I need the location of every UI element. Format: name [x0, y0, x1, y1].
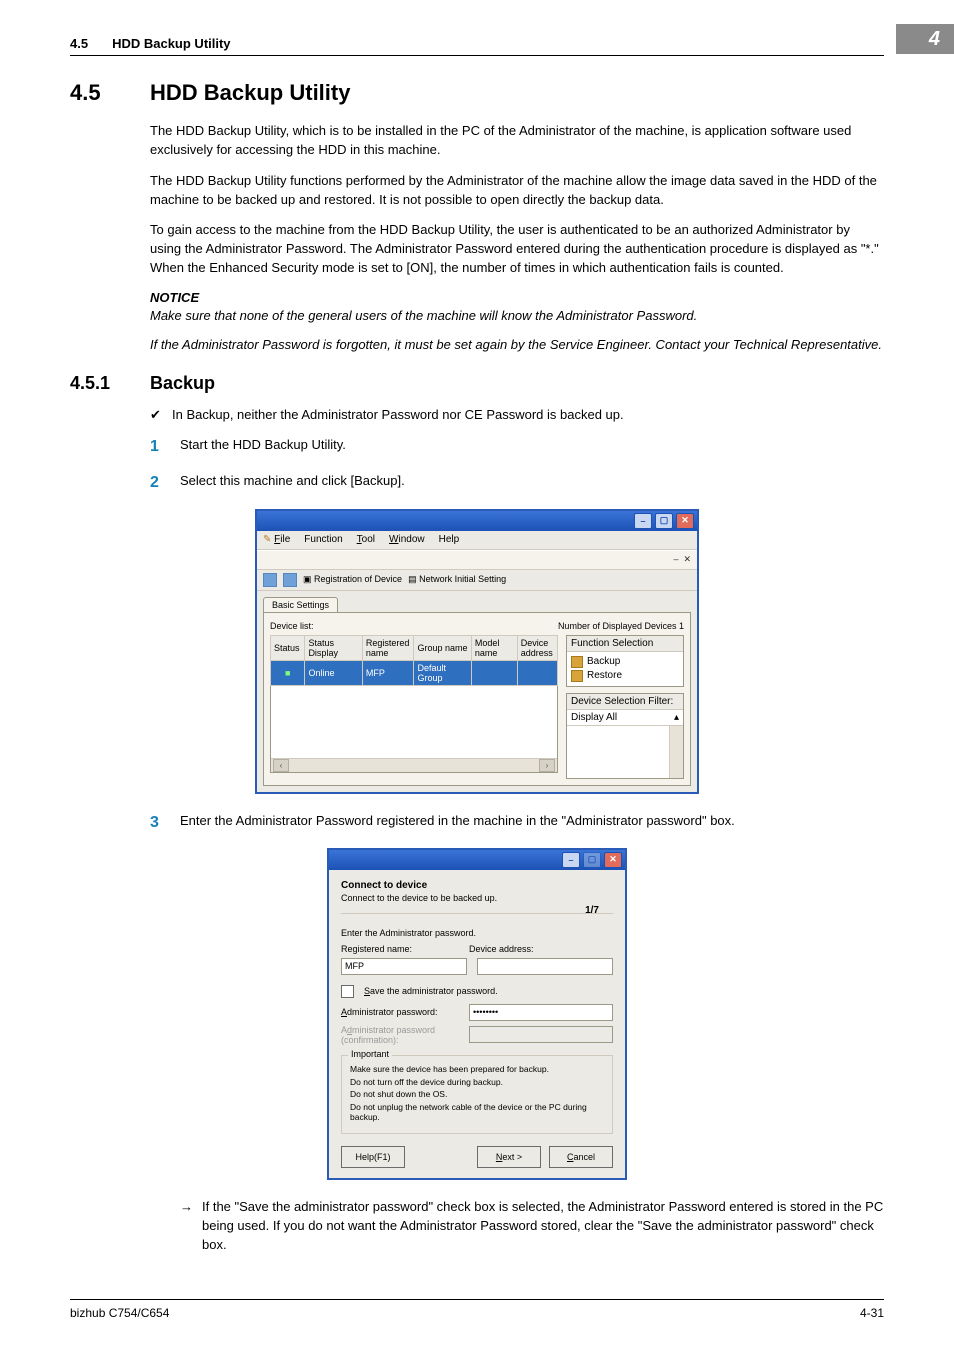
registered-name-label: Registered name:	[341, 944, 459, 954]
cancel-button[interactable]: Cancel	[549, 1146, 613, 1168]
function-backup[interactable]: Backup	[571, 655, 679, 669]
help-button[interactable]: Help(F1)	[341, 1146, 405, 1168]
step-text: Enter the Administrator Password registe…	[180, 812, 735, 834]
th-status-display[interactable]: Status Display	[305, 635, 362, 660]
chapter-tab: 4	[896, 24, 954, 54]
important-line: Do not shut down the OS.	[350, 1089, 604, 1100]
enter-password-label: Enter the Administrator password.	[341, 928, 613, 938]
table-row[interactable]: ■ Online MFP Default Group	[271, 660, 558, 685]
th-registered-name[interactable]: Registered name	[362, 635, 414, 660]
step-number: 3	[150, 812, 180, 834]
footer-rule	[70, 1299, 884, 1300]
filter-value[interactable]: Display All ▴	[567, 710, 683, 725]
menu-help[interactable]: Help	[439, 534, 460, 545]
section-paragraph: To gain access to the machine from the H…	[70, 221, 884, 278]
mdi-controls[interactable]: – ✕	[673, 554, 691, 565]
th-group-name[interactable]: Group name	[414, 635, 471, 660]
important-line: Do not unplug the network cable of the d…	[350, 1102, 604, 1123]
step-text: Start the HDD Backup Utility.	[180, 436, 346, 458]
wizard-step: 1/7	[585, 905, 599, 916]
window-titlebar[interactable]: – ▢ ✕	[257, 511, 697, 531]
section-title: HDD Backup Utility	[150, 80, 350, 105]
notice-text: If the Administrator Password is forgott…	[70, 336, 884, 355]
horizontal-scrollbar[interactable]: ‹ ›	[271, 758, 557, 772]
menu-window[interactable]: Window	[389, 534, 425, 545]
function-restore[interactable]: Restore	[571, 669, 679, 683]
maximize-button[interactable]: ▢	[583, 852, 601, 868]
backup-icon	[571, 656, 583, 668]
dialog-title: Connect to device	[341, 880, 613, 891]
check-bullet: ✔	[150, 406, 172, 424]
admin-password-confirm-label: Administrator password (confirmation):	[341, 1025, 459, 1045]
running-head-number: 4.5	[70, 36, 88, 51]
subsection-number: 4.5.1	[70, 373, 150, 394]
screenshot-backup-utility: – ▢ ✕ ✎ File Function Tool Window Help –…	[255, 509, 699, 794]
toolbar-network-setting[interactable]: ▤ Network Initial Setting	[408, 574, 506, 585]
device-table[interactable]: Status Status Display Registered name Gr…	[270, 635, 558, 686]
step-text: Select this machine and click [Backup].	[180, 472, 405, 494]
admin-password-confirm-field	[469, 1026, 613, 1043]
arrow-text: If the "Save the administrator password"…	[202, 1198, 884, 1255]
section-paragraph: The HDD Backup Utility functions perform…	[70, 172, 884, 210]
admin-password-label: Administrator password:	[341, 1007, 459, 1017]
device-selection-filter: Device Selection Filter: Display All ▴	[566, 693, 684, 779]
screenshot-connect-dialog: – ▢ ✕ Connect to device Connect to the d…	[327, 848, 627, 1180]
important-line: Do not turn off the device during backup…	[350, 1077, 604, 1088]
section-number: 4.5	[70, 80, 150, 106]
close-button[interactable]: ✕	[604, 852, 622, 868]
menu-tool[interactable]: Tool	[357, 534, 375, 545]
toolbar-icon[interactable]	[283, 573, 297, 587]
dialog-subtitle: Connect to the device to be backed up.	[341, 893, 613, 903]
footer-model: bizhub C754/C654	[70, 1306, 169, 1320]
arrow-bullet: →	[180, 1198, 202, 1255]
notice-text: Make sure that none of the general users…	[70, 307, 884, 326]
notice-heading: NOTICE	[150, 290, 884, 305]
restore-icon	[571, 670, 583, 682]
device-list-label: Device list:	[270, 621, 314, 631]
menu-function[interactable]: Function	[304, 534, 342, 545]
menubar[interactable]: ✎ File Function Tool Window Help	[257, 531, 697, 550]
status-icon: ■	[285, 668, 290, 678]
menu-file[interactable]: ✎ File	[263, 534, 290, 545]
function-selection-header: Function Selection	[567, 636, 683, 652]
scroll-up-icon[interactable]: ▴	[674, 712, 679, 723]
table-empty-area: ‹ ›	[270, 686, 558, 773]
maximize-button[interactable]: ▢	[655, 513, 673, 529]
filter-list-area[interactable]	[567, 725, 683, 778]
important-line: Make sure the device has been prepared f…	[350, 1064, 604, 1075]
minimize-button[interactable]: –	[634, 513, 652, 529]
tab-basic-settings[interactable]: Basic Settings	[263, 597, 338, 612]
minimize-button[interactable]: –	[562, 852, 580, 868]
th-device-address[interactable]: Device address	[517, 635, 557, 660]
toolbar-reg-device[interactable]: ▣ Registration of Device	[303, 574, 402, 585]
important-group: Important Make sure the device has been …	[341, 1055, 613, 1134]
step-number: 2	[150, 472, 180, 494]
scroll-right-button[interactable]: ›	[539, 759, 555, 772]
filter-header: Device Selection Filter:	[567, 694, 683, 710]
registered-name-field[interactable]: MFP	[341, 958, 467, 975]
window-titlebar[interactable]: – ▢ ✕	[329, 850, 625, 870]
save-password-label: Save the administrator password.	[364, 986, 498, 996]
scroll-left-button[interactable]: ‹	[273, 759, 289, 772]
device-address-field[interactable]	[477, 958, 613, 975]
step-number: 1	[150, 436, 180, 458]
admin-password-field[interactable]: ••••••••	[469, 1004, 613, 1021]
important-heading: Important	[348, 1049, 392, 1059]
function-selection-box: Function Selection Backup Restore	[566, 635, 684, 687]
th-status[interactable]: Status	[271, 635, 305, 660]
subsection-title: Backup	[150, 373, 215, 393]
section-paragraph: The HDD Backup Utility, which is to be i…	[70, 122, 884, 160]
footer-page: 4-31	[860, 1306, 884, 1320]
rule	[70, 55, 884, 56]
running-head-title: HDD Backup Utility	[112, 36, 230, 51]
device-address-label: Device address:	[469, 944, 587, 954]
close-button[interactable]: ✕	[676, 513, 694, 529]
next-button[interactable]: Next >	[477, 1146, 541, 1168]
toolbar-icon[interactable]	[263, 573, 277, 587]
save-password-checkbox[interactable]	[341, 985, 354, 998]
th-model-name[interactable]: Model name	[471, 635, 517, 660]
bullet-text: In Backup, neither the Administrator Pas…	[172, 406, 624, 424]
num-displayed-devices: Number of Displayed Devices 1	[558, 621, 684, 631]
toolbar: ▣ Registration of Device ▤ Network Initi…	[257, 570, 697, 591]
